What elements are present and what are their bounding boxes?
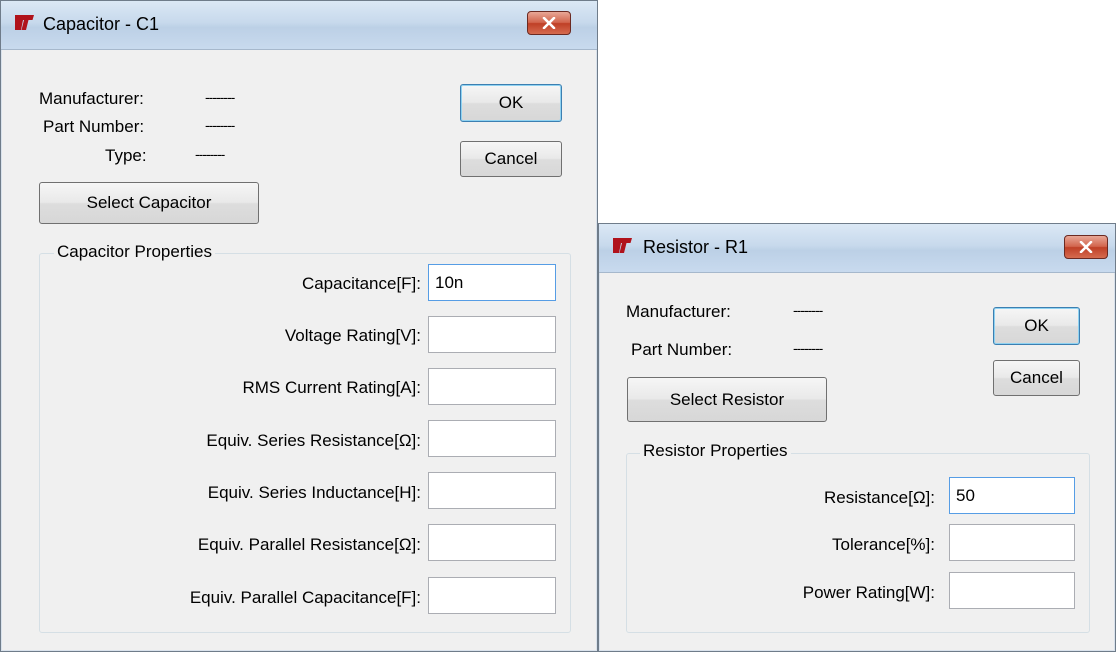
voltage-rating-input[interactable] <box>428 316 556 353</box>
close-icon <box>1079 241 1093 253</box>
resistance-label: Resistance[Ω]: <box>824 488 935 507</box>
resistor-title-bar[interactable]: Resistor - R1 <box>599 224 1115 273</box>
power-rating-label: Power Rating[W]: <box>802 583 935 602</box>
capacitor-title-bar[interactable]: Capacitor - C1 <box>1 1 597 50</box>
equiv-parallel-capacitance-input[interactable] <box>428 577 556 614</box>
resistor-dialog-title: Resistor - R1 <box>643 237 749 257</box>
capacitance-label: Capacitance[F]: <box>301 274 421 293</box>
select-resistor-button[interactable]: Select Resistor <box>627 377 827 422</box>
resistor-manufacturer-value: -------- <box>793 302 823 318</box>
resistor-cancel-button[interactable]: Cancel <box>993 360 1080 396</box>
close-icon <box>542 17 556 29</box>
capacitor-dialog-title: Capacitor - C1 <box>43 14 160 34</box>
tolerance-label: Tolerance[%]: <box>832 535 935 554</box>
resistor-properties-title: Resistor Properties <box>640 441 791 461</box>
capacitor-type-value: -------- <box>195 146 225 162</box>
equiv-parallel-resistance-label: Equiv. Parallel Resistance[Ω]: <box>197 535 421 554</box>
equiv-parallel-resistance-input[interactable] <box>428 524 556 561</box>
tolerance-input[interactable] <box>949 524 1075 561</box>
capacitor-cancel-button[interactable]: Cancel <box>460 141 562 177</box>
capacitor-properties-title: Capacitor Properties <box>54 242 215 262</box>
resistance-input[interactable] <box>949 477 1075 514</box>
resistor-close-button[interactable] <box>1064 235 1108 259</box>
resistor-ok-button[interactable]: OK <box>993 307 1080 345</box>
resistor-dialog: Resistor - R1 Manufacturer: -------- Par… <box>598 223 1116 652</box>
equiv-series-inductance-input[interactable] <box>428 472 556 509</box>
capacitor-part-number-label: Part Number: <box>43 117 145 136</box>
equiv-series-resistance-label: Equiv. Series Resistance[Ω]: <box>206 431 421 450</box>
equiv-series-inductance-label: Equiv. Series Inductance[H]: <box>207 483 421 502</box>
resistor-part-number-value: -------- <box>793 340 823 356</box>
capacitor-manufacturer-label: Manufacturer: <box>39 89 144 108</box>
lt-logo-icon <box>13 11 35 33</box>
capacitor-manufacturer-value: -------- <box>205 89 235 105</box>
power-rating-input[interactable] <box>949 572 1075 609</box>
resistor-manufacturer-label: Manufacturer: <box>626 302 731 321</box>
capacitance-input[interactable] <box>428 264 556 301</box>
capacitor-ok-button[interactable]: OK <box>460 84 562 122</box>
voltage-rating-label: Voltage Rating[V]: <box>284 326 421 345</box>
select-capacitor-button[interactable]: Select Capacitor <box>39 182 259 224</box>
lt-logo-icon <box>611 234 633 256</box>
capacitor-close-button[interactable] <box>527 11 571 35</box>
equiv-parallel-capacitance-label: Equiv. Parallel Capacitance[F]: <box>189 588 421 607</box>
capacitor-type-label: Type: <box>105 146 147 165</box>
resistor-part-number-label: Part Number: <box>631 340 733 359</box>
capacitor-part-number-value: -------- <box>205 117 235 133</box>
equiv-series-resistance-input[interactable] <box>428 420 556 457</box>
rms-current-rating-label: RMS Current Rating[A]: <box>242 378 421 397</box>
capacitor-dialog: Capacitor - C1 Manufacturer: -------- Pa… <box>0 0 598 652</box>
rms-current-rating-input[interactable] <box>428 368 556 405</box>
